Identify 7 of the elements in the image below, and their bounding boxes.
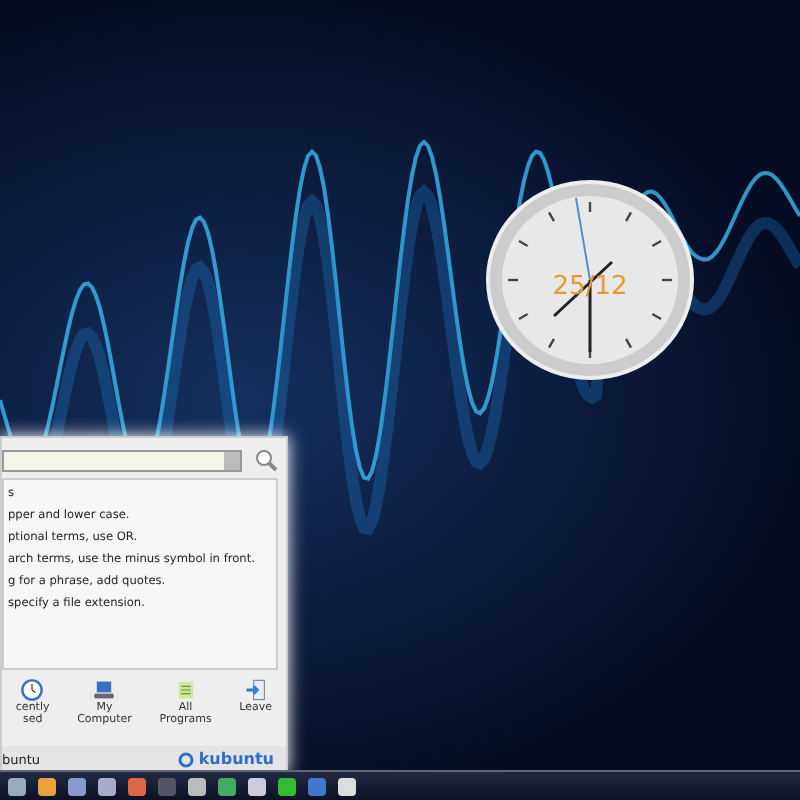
leave-icon [243, 678, 268, 702]
kubuntu-logo: kubuntu [178, 750, 274, 768]
search-icon[interactable] [254, 448, 278, 472]
search-field[interactable] [2, 449, 242, 471]
list-icon [173, 678, 198, 702]
computer-icon [92, 678, 117, 702]
clock-icon [20, 678, 45, 702]
